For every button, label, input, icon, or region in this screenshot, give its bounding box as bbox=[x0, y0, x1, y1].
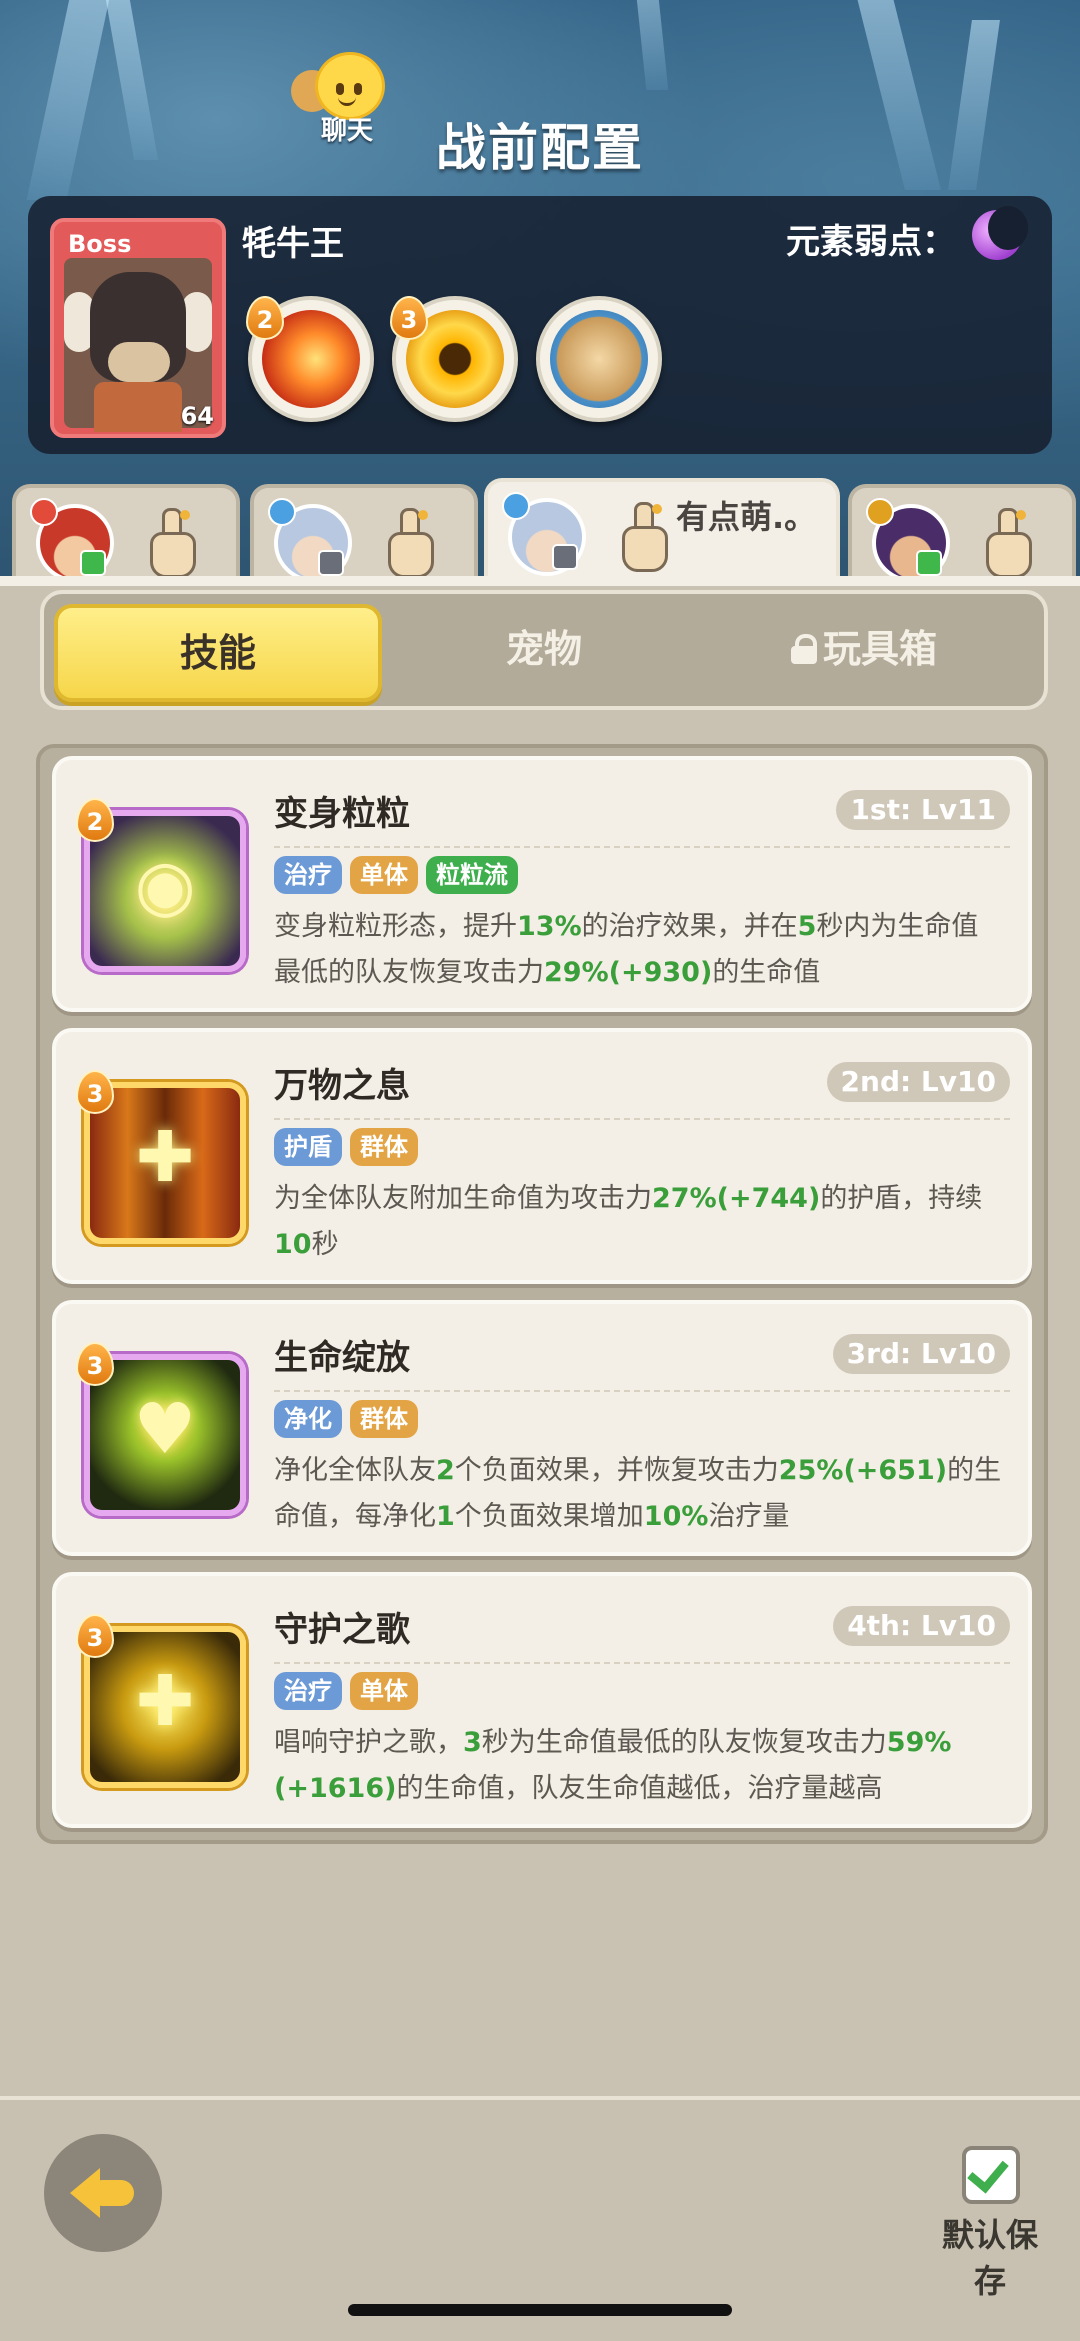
checkmark-icon bbox=[967, 2150, 1009, 2194]
skill-description: 变身粒粒形态，提升13%的治疗效果，并在5秒内为生命值最低的队友恢复攻击力29%… bbox=[274, 911, 979, 988]
player-name: 有点萌.。 bbox=[676, 498, 817, 536]
ice-crystal bbox=[633, 0, 669, 90]
skill-level: 2nd: Lv10 bbox=[826, 1062, 1010, 1102]
cost-badge: 3 bbox=[76, 1342, 114, 1386]
cheer-hand-icon bbox=[374, 508, 438, 578]
page-title: 战前配置 bbox=[436, 119, 644, 177]
status-badge bbox=[318, 550, 344, 576]
fire-element-icon bbox=[30, 498, 58, 526]
skill-tag: 护盾 bbox=[274, 1128, 342, 1166]
skill-tag: 治疗 bbox=[274, 1672, 342, 1710]
boss-level: 64 bbox=[180, 402, 214, 430]
cost-badge: 3 bbox=[76, 1070, 114, 1114]
boss-skill-fire-burst[interactable]: 2 bbox=[246, 296, 374, 422]
skill-tag: 净化 bbox=[274, 1400, 342, 1438]
default-save-label[interactable]: 默认保存 bbox=[930, 2210, 1050, 2302]
skill-tag: 群体 bbox=[350, 1400, 418, 1438]
skill-level: 3rd: Lv10 bbox=[832, 1334, 1010, 1374]
cost-badge: 2 bbox=[246, 296, 284, 340]
default-save-checkbox[interactable] bbox=[962, 2146, 1020, 2204]
water-element-icon bbox=[502, 492, 530, 520]
team-tab-3[interactable]: 有点萌.。 bbox=[484, 478, 840, 588]
boss-portrait[interactable]: Boss 64 bbox=[50, 218, 226, 438]
status-badge bbox=[552, 544, 578, 570]
home-indicator[interactable] bbox=[348, 2304, 732, 2316]
team-tab-4[interactable] bbox=[848, 484, 1076, 588]
water-element-icon bbox=[268, 498, 296, 526]
back-button[interactable] bbox=[44, 2134, 162, 2252]
main-panel: 技能 宠物 玩具箱 ◉ 2 变身粒粒 1st: Lv11 治疗 单体 粒粒流 变身粒… bbox=[0, 576, 1080, 2096]
element-weakness-label: 元素弱点： bbox=[786, 222, 956, 262]
skill-card[interactable]: ✚ 3 守护之歌 4th: Lv10 治疗 单体 唱响守护之歌，3秒为生命值最低的… bbox=[52, 1572, 1032, 1828]
boss-info-panel: Boss 64 牦牛王 元素弱点： 2 3 bbox=[28, 196, 1052, 454]
thunder-element-icon bbox=[866, 498, 894, 526]
skill-tag: 群体 bbox=[350, 1128, 418, 1166]
skill-level: 1st: Lv11 bbox=[836, 790, 1010, 830]
cheer-hand-icon bbox=[136, 508, 200, 578]
tab-skills[interactable]: 技能 bbox=[54, 604, 382, 702]
lock-icon bbox=[790, 634, 817, 664]
skill-description: 为全体队友附加生命值为攻击力27%(+744)的护盾，持续10秒 bbox=[274, 1183, 983, 1260]
boss-skill-rock-shield[interactable] bbox=[536, 296, 662, 422]
tab-toybox-label: 玩具箱 bbox=[822, 627, 937, 671]
skill-tag: 治疗 bbox=[274, 856, 342, 894]
skill-name: 变身粒粒 bbox=[274, 794, 410, 834]
skill-card[interactable]: ◉ 2 变身粒粒 1st: Lv11 治疗 单体 粒粒流 变身粒粒形态，提升13%的… bbox=[52, 756, 1032, 1012]
skill-level: 4th: Lv10 bbox=[833, 1606, 1010, 1646]
skill-name: 生命绽放 bbox=[274, 1338, 410, 1378]
skill-tag: 单体 bbox=[350, 856, 418, 894]
cost-badge: 2 bbox=[76, 798, 114, 842]
boss-skill-golden-ring[interactable]: 3 bbox=[390, 296, 518, 422]
skill-name: 守护之歌 bbox=[274, 1610, 410, 1650]
team-tab-2[interactable] bbox=[250, 484, 478, 588]
cost-badge: 3 bbox=[390, 296, 428, 340]
team-tab-1[interactable] bbox=[12, 484, 240, 588]
back-arrow-icon bbox=[70, 2168, 100, 2218]
skill-description: 唱响守护之歌，3秒为生命值最低的队友恢复攻击力59%(+1616)的生命值，队友… bbox=[274, 1727, 952, 1804]
skill-name: 万物之息 bbox=[274, 1066, 410, 1106]
rock-shield-icon bbox=[550, 310, 648, 408]
status-badge bbox=[80, 550, 106, 576]
skill-description: 净化全体队友2个负面效果，并恢复攻击力25%(+651)的生命值，每净化1个负面… bbox=[274, 1455, 1002, 1532]
cheer-hand-icon bbox=[608, 502, 672, 572]
category-tabs: 技能 宠物 玩具箱 bbox=[40, 590, 1048, 710]
skill-card[interactable]: ♥ 3 生命绽放 3rd: Lv10 净化 群体 净化全体队友2个负面效果，并恢复… bbox=[52, 1300, 1032, 1556]
skill-tag: 粒粒流 bbox=[426, 856, 518, 894]
cost-badge: 3 bbox=[76, 1614, 114, 1658]
tab-toybox[interactable]: 玩具箱 bbox=[704, 604, 1024, 694]
skill-tag: 单体 bbox=[350, 1672, 418, 1710]
moon-icon[interactable] bbox=[972, 206, 1028, 260]
boss-name: 牦牛王 bbox=[242, 224, 344, 264]
skill-list: ◉ 2 变身粒粒 1st: Lv11 治疗 单体 粒粒流 变身粒粒形态，提升13%的… bbox=[36, 744, 1048, 1844]
status-badge bbox=[916, 550, 942, 576]
tab-pets[interactable]: 宠物 bbox=[384, 604, 704, 694]
skill-card[interactable]: ✚ 3 万物之息 2nd: Lv10 护盾 群体 为全体队友附加生命值为攻击力27… bbox=[52, 1028, 1032, 1284]
cheer-hand-icon bbox=[972, 508, 1036, 578]
boss-tag: Boss bbox=[68, 230, 132, 258]
